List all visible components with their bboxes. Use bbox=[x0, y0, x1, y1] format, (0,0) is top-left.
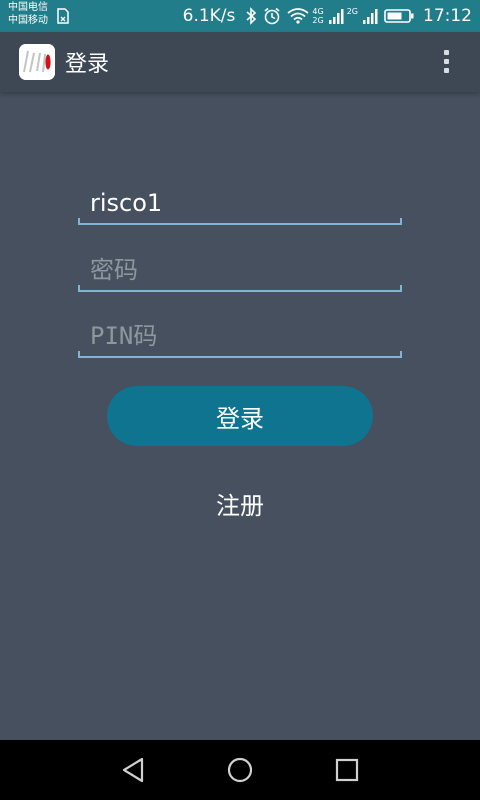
username-input[interactable] bbox=[78, 183, 402, 223]
app-bar: 登录 bbox=[0, 32, 480, 92]
login-button[interactable]: 登录 bbox=[107, 386, 373, 446]
network-type-1: 4G 2G bbox=[312, 7, 323, 25]
recents-icon[interactable] bbox=[334, 755, 360, 789]
carrier-info: 中国电信 中国移动 bbox=[8, 1, 48, 27]
login-button-label: 登录 bbox=[216, 404, 264, 433]
page-title: 登录 bbox=[65, 52, 110, 77]
carrier-1-label: 中国电信 bbox=[8, 2, 48, 13]
signal-icon bbox=[362, 8, 378, 24]
more-vert-icon[interactable] bbox=[436, 48, 456, 76]
net-speed: 6.1K/s bbox=[182, 6, 236, 26]
username-field[interactable] bbox=[78, 183, 402, 225]
network-type-2-label: 2G bbox=[346, 7, 358, 16]
network-type-1-top: 4G bbox=[312, 7, 324, 16]
alarm-icon bbox=[263, 7, 281, 25]
sim-icon bbox=[56, 8, 70, 28]
wifi-icon bbox=[287, 8, 309, 24]
back-icon[interactable] bbox=[120, 755, 146, 789]
home-icon[interactable] bbox=[226, 755, 254, 789]
navigation-bar bbox=[0, 740, 480, 800]
password-underline bbox=[78, 285, 402, 292]
network-type-1-bottom: 2G bbox=[312, 16, 324, 25]
status-bar: 中国电信 中国移动 6.1K/s 4G 2G 2G 17:12 bbox=[0, 0, 480, 32]
signal-icon bbox=[328, 8, 344, 24]
risco-logo-icon bbox=[19, 44, 55, 80]
network-type-2: 2G bbox=[347, 7, 358, 25]
register-link[interactable]: 注册 bbox=[190, 486, 290, 521]
pin-underline bbox=[78, 351, 402, 358]
pin-field[interactable] bbox=[78, 316, 402, 358]
clock: 17:12 bbox=[423, 6, 472, 26]
carrier-2-label: 中国移动 bbox=[8, 15, 48, 26]
bluetooth-icon bbox=[246, 7, 257, 25]
username-underline bbox=[78, 218, 402, 225]
pin-input[interactable] bbox=[78, 316, 402, 356]
password-input[interactable] bbox=[78, 250, 402, 290]
battery-icon bbox=[384, 8, 414, 24]
password-field[interactable] bbox=[78, 250, 402, 292]
status-icons: 6.1K/s 4G 2G 2G 17:12 bbox=[183, 0, 472, 32]
